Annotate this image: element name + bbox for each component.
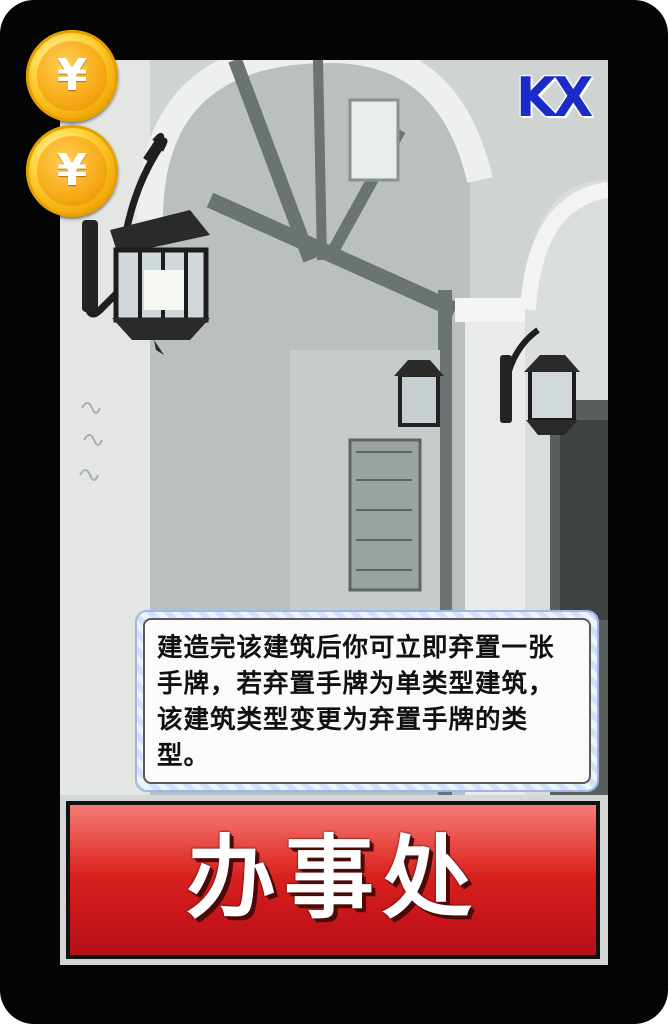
- yen-icon: ¥: [56, 50, 88, 101]
- cost-coin-1: ¥: [26, 30, 118, 122]
- card-name-plate: 办事处: [66, 801, 600, 959]
- card-title: 办事处: [186, 825, 480, 931]
- coin-face: ¥: [37, 41, 107, 111]
- cost-coin-2: ¥: [26, 125, 118, 217]
- game-card[interactable]: ¥ ¥ KX 建造完该建筑后你可立即弃置一张手牌，若弃置手牌为单类型建筑，该建筑…: [0, 0, 668, 1024]
- yen-icon: ¥: [56, 145, 88, 196]
- ability-text-box: 建造完该建筑后你可立即弃置一张手牌，若弃置手牌为单类型建筑，该建筑类型变更为弃置…: [137, 612, 597, 790]
- coin-face: ¥: [37, 136, 107, 206]
- set-code-label: KX: [516, 66, 593, 130]
- ability-text: 建造完该建筑后你可立即弃置一张手牌，若弃置手牌为单类型建筑，该建筑类型变更为弃置…: [157, 633, 555, 771]
- ability-text-panel: 建造完该建筑后你可立即弃置一张手牌，若弃置手牌为单类型建筑，该建筑类型变更为弃置…: [143, 618, 591, 784]
